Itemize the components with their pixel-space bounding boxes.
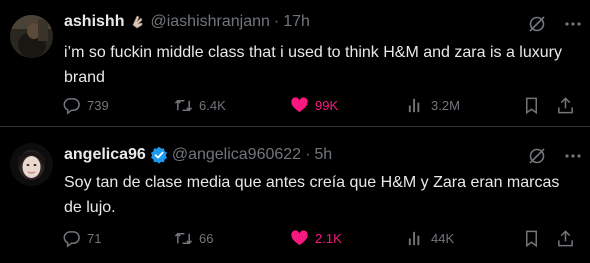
retweet-icon xyxy=(174,232,193,244)
verified-badge-icon xyxy=(150,146,168,164)
tweet-text: Soy tan de clase media que antes creía q… xyxy=(64,174,560,216)
tweet-header: ashishh @iashishranjann · 17h xyxy=(64,12,310,32)
timestamp[interactable]: 17h xyxy=(283,13,310,31)
views-icon xyxy=(408,231,420,245)
views-count: 3.2M xyxy=(431,97,460,113)
like-button[interactable]: 99K xyxy=(290,95,338,115)
retweet-button[interactable]: 66 xyxy=(174,228,213,248)
reply-icon xyxy=(63,230,80,248)
tweet-text: i’m so fuckin middle class that i used t… xyxy=(64,44,562,86)
avatar[interactable] xyxy=(10,15,53,58)
views-icon xyxy=(408,98,420,112)
user-handle[interactable]: @iashishranjann xyxy=(150,13,269,31)
display-name[interactable]: ashishh xyxy=(64,13,124,31)
views-button[interactable]: 44K xyxy=(406,228,454,248)
reply-count: 739 xyxy=(87,97,109,113)
more-icon[interactable] xyxy=(564,15,582,33)
reply-count: 71 xyxy=(87,230,102,246)
share-icon xyxy=(558,229,573,246)
reply-icon xyxy=(63,97,80,115)
bookmark-icon xyxy=(525,97,538,114)
user-handle[interactable]: @angelica960622 xyxy=(172,146,301,164)
more-icon[interactable] xyxy=(564,147,582,165)
reply-button[interactable]: 739 xyxy=(62,95,109,115)
action-bar: 71 66 2.1K 44K xyxy=(62,228,582,248)
grok-icon[interactable] xyxy=(528,15,546,33)
separator-dot: · xyxy=(305,146,311,163)
avatar[interactable] xyxy=(10,143,53,186)
share-button[interactable] xyxy=(556,228,575,248)
views-button[interactable]: 3.2M xyxy=(406,95,460,115)
hand-emoji-icon xyxy=(128,13,146,31)
bookmark-button[interactable] xyxy=(522,228,541,248)
retweet-count: 66 xyxy=(199,230,214,246)
separator-dot: · xyxy=(273,13,280,30)
like-icon xyxy=(291,229,308,245)
tweet[interactable]: ashishh @iashishranjann · 17h i’m so fuc… xyxy=(0,0,590,126)
retweet-icon xyxy=(174,99,193,111)
like-count: 2.1K xyxy=(315,230,342,246)
share-button[interactable] xyxy=(556,95,575,115)
bookmark-button[interactable] xyxy=(522,95,541,115)
bookmark-icon xyxy=(525,230,538,247)
tweet[interactable]: angelica96 @angelica960622 · 5h Soy tan … xyxy=(0,127,590,263)
like-count: 99K xyxy=(315,97,339,113)
retweet-count: 6.4K xyxy=(199,97,226,113)
like-icon xyxy=(291,96,308,112)
action-bar: 739 6.4K 99K 3.2M xyxy=(62,95,582,115)
grok-icon[interactable] xyxy=(528,147,546,165)
tweet-header: angelica96 @angelica960622 · 5h xyxy=(64,145,332,165)
share-icon xyxy=(558,96,573,113)
like-button[interactable]: 2.1K xyxy=(290,228,342,248)
timestamp[interactable]: 5h xyxy=(314,146,332,164)
reply-button[interactable]: 71 xyxy=(62,228,101,248)
views-count: 44K xyxy=(431,230,455,246)
display-name[interactable]: angelica96 xyxy=(64,146,146,164)
retweet-button[interactable]: 6.4K xyxy=(174,95,226,115)
